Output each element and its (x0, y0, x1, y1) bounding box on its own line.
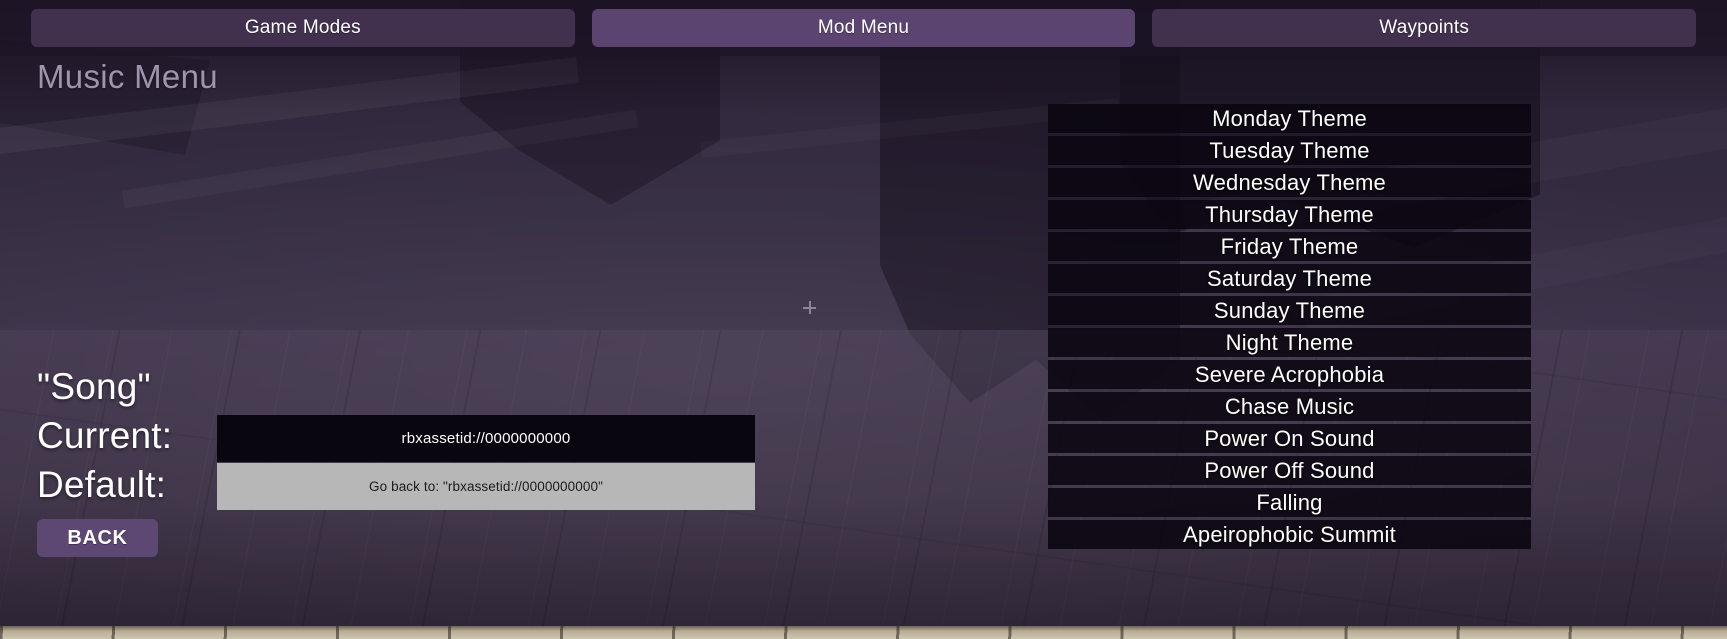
song-heading: "Song" (37, 366, 151, 407)
tab-waypoints[interactable]: Waypoints (1152, 9, 1697, 47)
list-item[interactable]: Apeirophobic Summit (1048, 520, 1531, 549)
tab-game-modes[interactable]: Game Modes (31, 9, 575, 47)
list-item[interactable]: Severe Acrophobia (1048, 360, 1531, 389)
list-item[interactable]: Power Off Sound (1048, 456, 1531, 485)
list-item[interactable]: Tuesday Theme (1048, 136, 1531, 165)
list-item[interactable]: Falling (1048, 488, 1531, 517)
page-title: Music Menu (37, 58, 218, 95)
game-screen: Game Modes Mod Menu Waypoints Music Menu… (0, 0, 1727, 639)
current-song-input[interactable]: rbxassetid://0000000000 (217, 415, 755, 462)
list-item[interactable]: Monday Theme (1048, 104, 1531, 133)
list-item[interactable]: Saturday Theme (1048, 264, 1531, 293)
crosshair-cursor-icon (803, 301, 816, 314)
back-button[interactable]: BACK (37, 519, 158, 557)
song-list: Monday Theme Tuesday Theme Wednesday The… (1048, 104, 1531, 549)
list-item[interactable]: Friday Theme (1048, 232, 1531, 261)
list-item[interactable]: Thursday Theme (1048, 200, 1531, 229)
tab-mod-menu[interactable]: Mod Menu (591, 9, 1136, 47)
list-item[interactable]: Wednesday Theme (1048, 168, 1531, 197)
list-item[interactable]: Power On Sound (1048, 424, 1531, 453)
top-tab-bar: Game Modes Mod Menu Waypoints (0, 0, 1727, 56)
floor-edge-strip (0, 626, 1727, 639)
list-item[interactable]: Sunday Theme (1048, 296, 1531, 325)
song-panel: "Song" Current: Default: rbxassetid://00… (37, 362, 767, 557)
list-item[interactable]: Chase Music (1048, 392, 1531, 421)
default-song-button[interactable]: Go back to: "rbxassetid://0000000000" (217, 463, 755, 510)
list-item[interactable]: Night Theme (1048, 328, 1531, 357)
